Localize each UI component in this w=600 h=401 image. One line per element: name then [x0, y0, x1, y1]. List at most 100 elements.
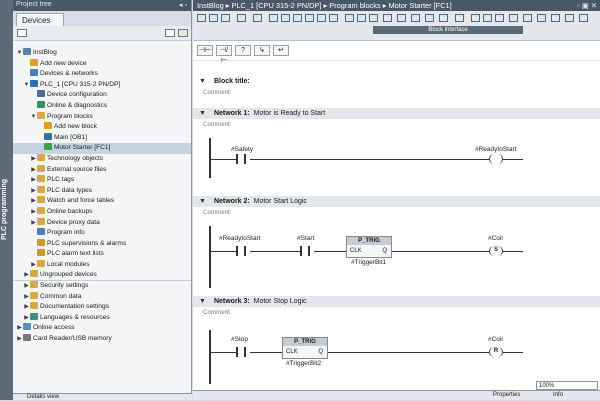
- collapsed-arrow-icon[interactable]: ▶: [23, 302, 30, 313]
- toolbar-tool-icon[interactable]: [305, 14, 314, 22]
- network-3-header[interactable]: ▼ Network 3: Motor Stop Logic: [193, 296, 600, 307]
- collapse-icon[interactable]: ▼: [199, 198, 206, 205]
- tree-item[interactable]: ▼ PLC_1 [CPU 315-2 PN/DP]: [13, 79, 191, 91]
- toolbar-tool-icon[interactable]: [439, 14, 448, 22]
- tree-view-icon[interactable]: [17, 29, 27, 37]
- overview-icon[interactable]: [165, 29, 175, 37]
- network-1-comment[interactable]: Comment: [193, 119, 600, 130]
- collapse-icon[interactable]: ▼: [199, 78, 206, 85]
- network-2-header[interactable]: ▼ Network 2: Motor Start Logic: [193, 196, 600, 207]
- tree-item[interactable]: ▼ Program blocks: [13, 111, 191, 123]
- tree-item[interactable]: ▶ Technology objects: [13, 153, 191, 165]
- collapsed-arrow-icon[interactable]: ▶: [30, 196, 37, 207]
- expanded-arrow-icon[interactable]: ▼: [23, 80, 30, 91]
- link-icon[interactable]: [178, 29, 188, 37]
- collapsed-arrow-icon[interactable]: ▶: [30, 207, 37, 218]
- no-contact-icon[interactable]: ⊣⊢: [197, 45, 213, 56]
- tree-item[interactable]: Online & diagnostics: [13, 100, 191, 112]
- toolbar-tool-icon[interactable]: [197, 14, 206, 22]
- toolbar-tool-icon[interactable]: [455, 14, 464, 22]
- stop-contact[interactable]: [236, 347, 246, 357]
- readytostart-coil-label[interactable]: #ReadytoStart: [475, 146, 517, 153]
- toolbar-tool-icon[interactable]: [281, 14, 290, 22]
- toolbar-tool-icon[interactable]: [357, 14, 366, 22]
- toolbar-tool-icon[interactable]: [495, 14, 504, 22]
- p-trig-block-2[interactable]: P_TRIG CLK Q: [282, 337, 328, 359]
- reset-coil[interactable]: R: [489, 347, 503, 357]
- block-comment[interactable]: Comment: [193, 87, 600, 98]
- collapsed-arrow-icon[interactable]: ▶: [30, 154, 37, 165]
- tree-item[interactable]: ▶ Online access: [13, 323, 191, 334]
- toolbar-tool-icon[interactable]: [329, 14, 338, 22]
- tree-item[interactable]: Motor Starter [FC1]: [13, 143, 191, 154]
- tree-item[interactable]: ▶ Device proxy data: [13, 217, 191, 229]
- toolbar-tool-icon[interactable]: [221, 14, 230, 22]
- readytostart-coil[interactable]: [489, 154, 503, 164]
- tree-item[interactable]: Devices & networks: [13, 69, 191, 80]
- toolbar-tool-icon[interactable]: [523, 14, 532, 22]
- toolbar-tool-icon[interactable]: [317, 14, 326, 22]
- tree-item[interactable]: ▶ Online backups: [13, 206, 191, 218]
- start-contact[interactable]: [300, 246, 310, 256]
- coil-label[interactable]: #Coil: [488, 336, 503, 343]
- toolbar-tool-icon[interactable]: [383, 14, 392, 22]
- toolbar-tool-icon[interactable]: [345, 14, 354, 22]
- toolbar-tool-icon[interactable]: [269, 14, 278, 22]
- tree-item[interactable]: ▶ Security settings: [13, 281, 191, 292]
- collapse-icon[interactable]: ▼: [199, 298, 206, 305]
- toolbar-tool-icon[interactable]: [565, 14, 574, 22]
- toolbar-tool-icon[interactable]: [471, 14, 480, 22]
- window-controls-icon[interactable]: ▫ ▣ ✕: [577, 1, 597, 10]
- collapse-icon[interactable]: ▼: [199, 110, 206, 117]
- nc-contact-icon[interactable]: ⊣/⊢: [216, 45, 232, 64]
- tree-item[interactable]: ▶ Common data: [13, 291, 191, 303]
- toolbar-tool-icon[interactable]: [425, 14, 434, 22]
- tree-item[interactable]: Add new device: [13, 58, 191, 70]
- details-view-bar[interactable]: Details view: [13, 393, 192, 400]
- box-icon[interactable]: ?: [235, 45, 251, 56]
- safety-contact[interactable]: [236, 154, 246, 164]
- collapsed-arrow-icon[interactable]: ▶: [23, 292, 30, 303]
- stop-contact-label[interactable]: #Stop: [231, 336, 248, 343]
- collapsed-arrow-icon[interactable]: ▶: [30, 260, 37, 271]
- toolbar-tool-icon[interactable]: [397, 14, 406, 22]
- block-interface-bar[interactable]: Block interface: [373, 26, 523, 34]
- zoom-field[interactable]: 100%: [536, 381, 598, 390]
- tree-item[interactable]: ▼ InstBlog: [13, 48, 191, 59]
- toolbar-tool-icon[interactable]: [293, 14, 302, 22]
- toolbar-tool-icon[interactable]: [369, 14, 378, 22]
- readytostart-contact-label[interactable]: #ReadytoStart: [219, 235, 261, 242]
- toolbar-tool-icon[interactable]: [411, 14, 420, 22]
- collapsed-arrow-icon[interactable]: ▶: [16, 323, 23, 334]
- collapsed-arrow-icon[interactable]: ▶: [30, 218, 37, 229]
- toolbar-tool-icon[interactable]: [509, 14, 518, 22]
- tree-item[interactable]: PLC alarm text lists: [13, 249, 191, 260]
- expanded-arrow-icon[interactable]: ▼: [30, 112, 37, 123]
- block-title-header[interactable]: ▼ Block title:: [193, 76, 600, 87]
- start-contact-label[interactable]: #Start: [297, 235, 314, 242]
- tree-item[interactable]: ▶ Documentation settings: [13, 302, 191, 313]
- toolbar-tool-icon[interactable]: [209, 14, 218, 22]
- trigger-bit-1-label[interactable]: #TriggerBit1: [351, 259, 386, 266]
- coil-label[interactable]: #Coil: [488, 235, 503, 242]
- tree-item[interactable]: ▶ Ungrouped devices: [13, 270, 191, 282]
- tree-item[interactable]: PLC supervisions & alarms: [13, 238, 191, 250]
- readytostart-contact[interactable]: [236, 246, 246, 256]
- tree-item[interactable]: ▶ PLC data types: [13, 185, 191, 197]
- collapsed-arrow-icon[interactable]: ▶: [30, 175, 37, 186]
- collapsed-arrow-icon[interactable]: ▶: [23, 270, 30, 281]
- tree-item[interactable]: Main [OB1]: [13, 132, 191, 144]
- toolbar-tool-icon[interactable]: [253, 14, 262, 22]
- open-branch-icon[interactable]: ↳: [254, 45, 270, 56]
- network-1-header[interactable]: ▼ Network 1: Motor is Ready to Start: [193, 108, 600, 119]
- set-coil[interactable]: S: [489, 246, 503, 256]
- toolbar-tool-icon[interactable]: [537, 14, 546, 22]
- expanded-arrow-icon[interactable]: ▼: [16, 48, 23, 59]
- toolbar-tool-icon[interactable]: [483, 14, 492, 22]
- tree-item[interactable]: ▶ Languages & resources: [13, 312, 191, 324]
- collapsed-arrow-icon[interactable]: ▶: [23, 281, 30, 292]
- panel-controls-icon[interactable]: ◂ ▫: [179, 1, 187, 9]
- tree-item[interactable]: ▶ Card Reader/USB memory: [13, 334, 191, 345]
- toolbar-tool-icon[interactable]: [551, 14, 560, 22]
- collapsed-arrow-icon[interactable]: ▶: [16, 334, 23, 345]
